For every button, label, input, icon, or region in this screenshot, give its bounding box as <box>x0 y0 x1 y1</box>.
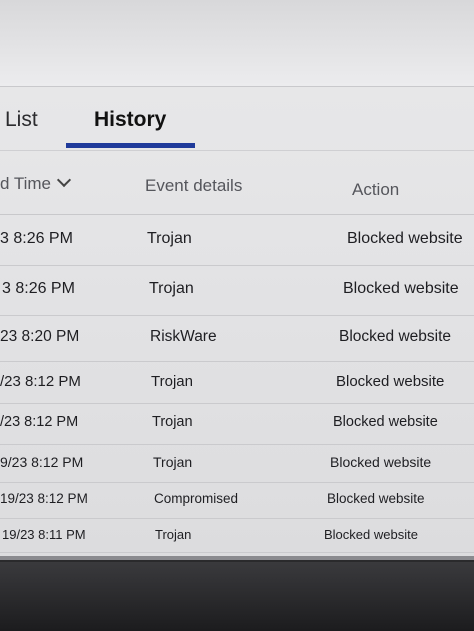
cell-event: Trojan <box>149 280 194 297</box>
table-row[interactable]: 19/23 8:12 PM Compromised Blocked website <box>0 482 474 519</box>
cell-time: 19/23 8:12 PM <box>0 491 88 506</box>
cell-time: 3 8:26 PM <box>0 230 73 247</box>
app-screen: List History d Time Event details Action… <box>0 0 474 560</box>
cell-action: Blocked website <box>333 414 438 430</box>
column-header-event[interactable]: Event details <box>145 176 242 196</box>
cell-action: Blocked website <box>327 491 425 506</box>
column-header-time-label: d Time <box>0 174 52 193</box>
cell-time: 23 8:20 PM <box>0 328 80 345</box>
table-row[interactable]: /23 8:12 PM Trojan Blocked website <box>0 361 474 404</box>
cell-event: Trojan <box>153 454 193 470</box>
column-header-time[interactable]: d Time <box>0 172 72 194</box>
cell-event: Trojan <box>155 527 192 542</box>
table-row[interactable]: 19/23 8:11 PM Trojan Blocked website <box>0 518 474 553</box>
table-row[interactable]: 3 8:26 PM Trojan Blocked website <box>0 215 474 266</box>
table-row[interactable]: 9/23 8:12 PM Trojan Blocked website <box>0 444 474 483</box>
active-tab-indicator <box>66 143 195 148</box>
cell-event: Trojan <box>147 230 192 247</box>
cell-action: Blocked website <box>336 373 445 390</box>
cell-event: Trojan <box>151 373 193 390</box>
column-header-action[interactable]: Action <box>352 180 399 200</box>
cell-event: RiskWare <box>150 328 217 345</box>
table-row[interactable]: /23 8:12 PM Trojan Blocked website <box>0 403 474 445</box>
cell-time: /23 8:12 PM <box>0 373 81 390</box>
cell-action: Blocked website <box>347 230 463 247</box>
cell-action: Blocked website <box>324 527 418 542</box>
tab-history[interactable]: History <box>94 108 166 132</box>
cell-action: Blocked website <box>330 454 432 470</box>
cell-time: 9/23 8:12 PM <box>0 454 84 470</box>
cell-time: 19/23 8:11 PM <box>2 527 86 542</box>
cell-event: Trojan <box>152 414 193 430</box>
cell-event: Compromised <box>154 491 239 506</box>
cell-time: /23 8:12 PM <box>0 414 79 430</box>
cell-action: Blocked website <box>343 280 459 297</box>
cell-time: 3 8:26 PM <box>2 280 75 297</box>
table-row[interactable]: 23 8:20 PM RiskWare Blocked website <box>0 315 474 362</box>
tab-list[interactable]: List <box>5 108 38 132</box>
bottom-divider <box>0 556 474 560</box>
table-header: d Time Event details Action <box>0 162 474 215</box>
monitor-bezel <box>0 562 474 631</box>
table-row[interactable]: 3 8:26 PM Trojan Blocked website <box>0 265 474 316</box>
chevron-down-icon[interactable] <box>56 172 72 188</box>
cell-action: Blocked website <box>339 328 452 345</box>
tab-bar: List History <box>0 86 474 151</box>
top-bar <box>0 0 474 87</box>
